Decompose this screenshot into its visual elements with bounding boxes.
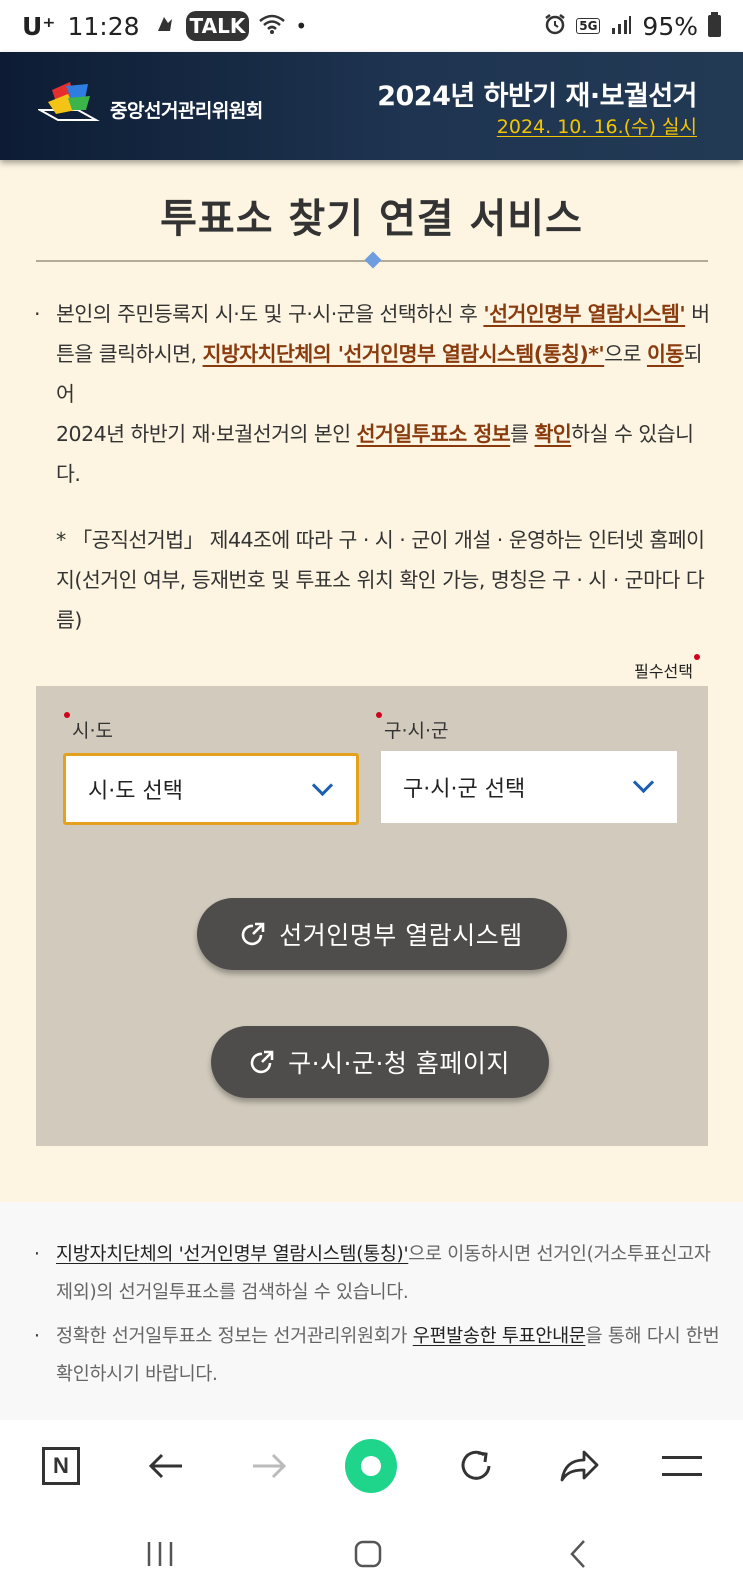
back-button[interactable] [140, 1440, 192, 1492]
notification-icon [154, 13, 176, 40]
recents-icon [147, 1542, 173, 1566]
info-section: · 지방자치단체의 '선거인명부 열람시스템(통칭)'으로 이동하시면 선거인(… [0, 1202, 743, 1420]
local-gov-link[interactable]: 지방자치단체의 '선거인명부 열람시스템(통칭)*' [203, 342, 605, 366]
menu-button[interactable] [656, 1440, 708, 1492]
green-dot-icon [345, 1439, 397, 1493]
sido-select[interactable]: 시·도 선택 [63, 753, 359, 825]
required-label: 필수선택 [634, 662, 693, 681]
home-icon [354, 1540, 382, 1568]
clock: 11:28 [67, 11, 140, 41]
sido-select-value: 시·도 선택 [88, 779, 183, 804]
info-item: · 지방자치단체의 '선거인명부 열람시스템(통칭)'으로 이동하시면 선거인(… [34, 1236, 724, 1312]
forward-icon [253, 1453, 287, 1479]
dot-icon: • [295, 14, 308, 38]
sigungu-label: 구·시·군 [384, 720, 449, 742]
confirm-link[interactable]: 확인 [535, 422, 572, 446]
talk-icon: TALK [185, 11, 250, 41]
reload-icon [461, 1450, 491, 1480]
recents-button[interactable] [140, 1534, 180, 1574]
share-icon [560, 1450, 599, 1482]
mail-notice-link[interactable]: 우편발송한 투표안내문 [413, 1326, 586, 1347]
election-date: 2024. 10. 16.(수) 실시 [496, 116, 697, 138]
bullet: · [34, 302, 41, 326]
info-item: · 정확한 선거일투표소 정보는 선거관리위원회가 우편발송한 투표안내문을 통… [34, 1318, 724, 1394]
naver-n-icon: N [42, 1447, 80, 1485]
homepage-button-label: 구·시·군·청 홈페이지 [288, 1049, 510, 1078]
desc-text: 2024년 하반기 재·보궐선거의 본인 [56, 422, 357, 446]
carrier-label: U⁺ [22, 11, 56, 41]
network-5g-icon: 5G [576, 18, 601, 34]
site-header: 중앙선거관리위원회 2024년 하반기 재·보궐선거 2024. 10. 16.… [0, 52, 743, 160]
move-link[interactable]: 이동 [647, 342, 684, 366]
legal-note: * 「공직선거법」 제44조에 따라 구 · 시 · 군이 개설 · 운영하는 … [56, 528, 705, 632]
status-right: 5G 95% [544, 12, 721, 41]
share-button[interactable] [553, 1440, 605, 1492]
alarm-icon [544, 12, 566, 41]
system-back-button[interactable] [558, 1534, 598, 1574]
external-link-icon [250, 1050, 274, 1074]
external-link-icon [241, 922, 265, 946]
system-nav-bar [0, 1512, 743, 1593]
desc-text: 으로 [604, 342, 647, 366]
info-text: 정확한 선거일투표소 정보는 선거관리위원회가 [56, 1326, 413, 1347]
forward-button[interactable] [243, 1440, 295, 1492]
org-name: 중앙선거관리위원회 [110, 100, 263, 122]
bullet: · [34, 1326, 40, 1347]
local-homepage-button[interactable]: 구·시·군·청 홈페이지 [211, 1026, 549, 1098]
reload-button[interactable] [450, 1440, 502, 1492]
chevron-down-icon [632, 771, 655, 794]
voter-list-button-label: 선거인명부 열람시스템 [279, 921, 523, 950]
polling-info-link[interactable]: 선거일투표소 정보 [357, 422, 511, 446]
browser-toolbar: N [0, 1420, 743, 1512]
page-title: 투표소 찾기 연결 서비스 [160, 196, 583, 242]
required-dot-icon [376, 712, 382, 718]
back-icon [148, 1453, 182, 1479]
green-dot-button[interactable] [345, 1439, 397, 1493]
election-title: 2024년 하반기 재·보궐선거 [377, 81, 697, 112]
selection-panel: 시·도 구·시·군 시·도 선택 구·시·군 선택 선거인명부 열람시스템 구·… [36, 686, 708, 1146]
naver-home-button[interactable]: N [35, 1440, 87, 1492]
battery-percent: 95% [642, 11, 698, 41]
required-dot-icon [694, 654, 700, 660]
signal-icon [610, 12, 632, 41]
divider-diamond-icon [364, 251, 382, 269]
battery-icon [708, 12, 721, 37]
service-description: · 본인의 주민등록지 시·도 및 구·시·군을 선택하신 후 '선거인명부 열… [34, 294, 714, 494]
local-gov-system-link[interactable]: 지방자치단체의 '선거인명부 열람시스템(통칭)' [56, 1244, 409, 1265]
chevron-down-icon [311, 774, 334, 797]
sigungu-select[interactable]: 구·시·군 선택 [381, 751, 677, 823]
required-dot-icon [64, 712, 70, 718]
sigungu-select-value: 구·시·군 선택 [403, 777, 526, 802]
menu-icon [662, 1456, 702, 1476]
wifi-icon [259, 13, 286, 40]
desc-text: 를 [510, 422, 535, 446]
nec-logo[interactable] [36, 80, 102, 128]
voter-list-system-button[interactable]: 선거인명부 열람시스템 [197, 898, 567, 970]
description-body: 본인의 주민등록지 시·도 및 구·시·군을 선택하신 후 '선거인명부 열람시… [34, 294, 714, 494]
desc-text: 본인의 주민등록지 시·도 및 구·시·군을 선택하신 후 [56, 302, 484, 326]
home-button[interactable] [348, 1534, 388, 1574]
status-bar: U⁺ 11:28 TALK • 5G 95% [0, 0, 743, 52]
voter-list-link[interactable]: '선거인명부 열람시스템' [483, 302, 685, 326]
chevron-left-icon [570, 1540, 585, 1568]
bullet: · [34, 1244, 40, 1265]
sido-label: 시·도 [72, 720, 113, 742]
